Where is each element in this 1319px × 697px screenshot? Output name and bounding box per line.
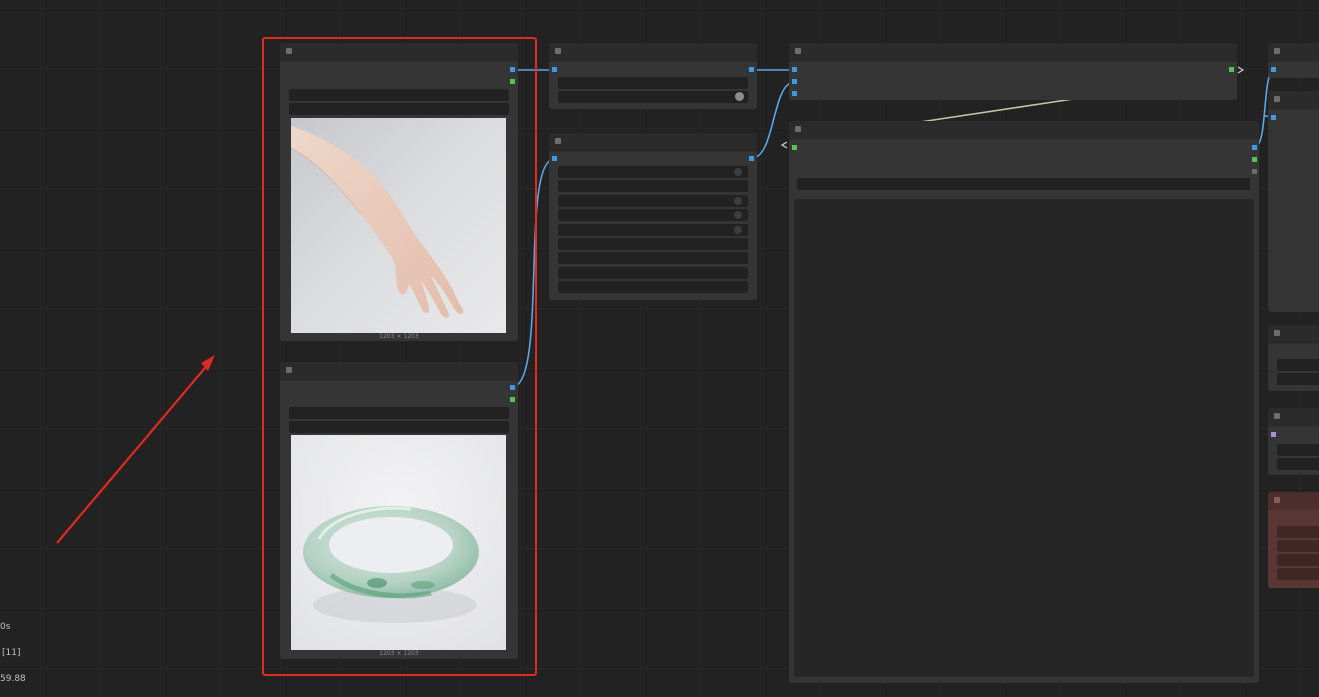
node-title-bar[interactable] (1268, 325, 1319, 343)
input-port[interactable] (1271, 67, 1276, 72)
reroute-chevron-icon (1237, 66, 1245, 74)
reroute-chevron-icon (780, 141, 788, 149)
fps-readout: 59.88 (0, 674, 26, 684)
toggle-widget[interactable] (558, 224, 748, 236)
toggle-knob-icon[interactable] (734, 226, 742, 234)
toggle-knob-icon[interactable] (735, 92, 744, 101)
arrow-annotation-icon (56, 361, 211, 544)
node-collapse-dot-icon[interactable] (555, 138, 561, 144)
combo-widget[interactable] (1277, 373, 1319, 385)
output-port[interactable] (1252, 169, 1257, 174)
input-port[interactable] (1271, 432, 1276, 437)
settings-node[interactable] (549, 133, 757, 300)
link-wire[interactable] (919, 97, 1081, 123)
output-port[interactable] (1252, 157, 1257, 162)
link-wire[interactable] (751, 81, 795, 159)
number-widget[interactable] (558, 267, 748, 279)
toggle-knob-icon[interactable] (734, 197, 742, 205)
input-port[interactable] (552, 156, 557, 161)
processing-node[interactable] (549, 43, 757, 109)
selection-highlight-box (262, 37, 537, 676)
input-port[interactable] (792, 91, 797, 96)
node-title-bar[interactable] (1268, 408, 1319, 426)
input-port[interactable] (1271, 115, 1276, 120)
muted-node[interactable] (1268, 492, 1319, 588)
number-widget[interactable] (558, 281, 748, 293)
node-title-bar[interactable] (1268, 91, 1319, 109)
queue-count-readout: [11] (2, 648, 21, 658)
preview-node[interactable] (789, 121, 1259, 683)
toggle-knob-icon[interactable] (734, 211, 742, 219)
queue-time-readout: 0s (0, 622, 11, 632)
toggle-knob-icon[interactable] (734, 168, 742, 176)
number-widget[interactable] (558, 238, 748, 250)
combo-widget[interactable] (1277, 554, 1319, 566)
toggle-widget[interactable] (558, 209, 748, 221)
combo-widget[interactable] (558, 77, 748, 89)
output-port[interactable] (1252, 145, 1257, 150)
input-port[interactable] (792, 67, 797, 72)
node-collapse-dot-icon[interactable] (1274, 96, 1280, 102)
conditioning-node[interactable] (789, 43, 1237, 100)
node-collapse-dot-icon[interactable] (1274, 413, 1280, 419)
output-port[interactable] (749, 67, 754, 72)
combo-widget[interactable] (1277, 444, 1319, 456)
output-node[interactable] (1268, 325, 1319, 391)
output-node[interactable] (1268, 91, 1319, 312)
node-title-bar[interactable] (789, 121, 1259, 139)
input-port[interactable] (792, 79, 797, 84)
output-port[interactable] (1229, 67, 1234, 72)
node-title-bar[interactable] (1268, 43, 1319, 61)
combo-widget[interactable] (1277, 458, 1319, 470)
preview-area (794, 199, 1254, 677)
toggle-widget[interactable] (558, 195, 748, 207)
input-port[interactable] (552, 67, 557, 72)
node-collapse-dot-icon[interactable] (795, 126, 801, 132)
output-node[interactable] (1268, 43, 1319, 78)
number-widget[interactable] (558, 252, 748, 264)
node-title-bar[interactable] (549, 43, 757, 61)
node-collapse-dot-icon[interactable] (1274, 330, 1280, 336)
number-widget[interactable] (558, 180, 748, 192)
node-title-bar[interactable] (789, 43, 1237, 61)
node-collapse-dot-icon[interactable] (1274, 48, 1280, 54)
combo-widget[interactable] (1277, 540, 1319, 552)
node-collapse-dot-icon[interactable] (555, 48, 561, 54)
combo-widget[interactable] (1277, 359, 1319, 371)
node-collapse-dot-icon[interactable] (1274, 497, 1280, 503)
input-port[interactable] (792, 145, 797, 150)
combo-widget[interactable] (1277, 568, 1319, 580)
toggle-widget[interactable] (558, 166, 748, 178)
combo-widget[interactable] (1277, 526, 1319, 538)
node-collapse-dot-icon[interactable] (795, 48, 801, 54)
node-title-bar[interactable] (1268, 492, 1319, 510)
output-port[interactable] (749, 156, 754, 161)
node-title-bar[interactable] (549, 133, 757, 151)
toggle-widget[interactable] (558, 91, 748, 103)
output-node[interactable] (1268, 408, 1319, 475)
text-widget[interactable] (797, 178, 1250, 190)
